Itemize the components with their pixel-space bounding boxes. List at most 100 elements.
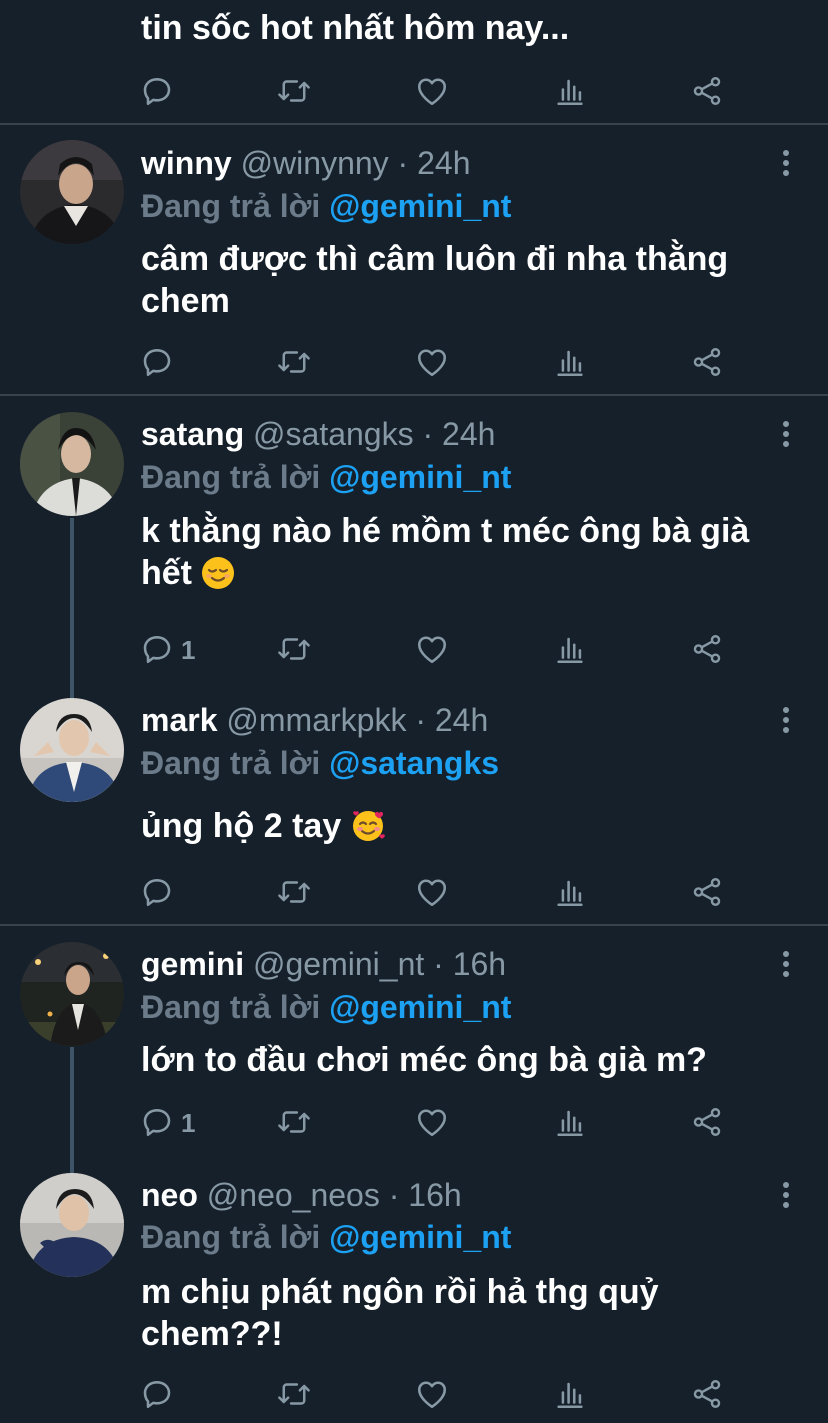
share-icon[interactable]: [687, 1102, 727, 1142]
user-handle[interactable]: @mmarkpkk: [226, 702, 406, 738]
user-handle[interactable]: @gemini_nt: [253, 946, 424, 982]
analytics-icon[interactable]: [550, 1102, 590, 1142]
analytics-icon[interactable]: [550, 342, 590, 382]
retweet-icon[interactable]: [274, 1102, 314, 1142]
like-icon[interactable]: [412, 71, 452, 111]
display-name[interactable]: mark: [141, 702, 218, 738]
replying-to: Đang trả lời @satangks: [141, 741, 499, 785]
mention-link[interactable]: @gemini_nt: [329, 459, 511, 495]
replying-to: Đang trả lời @gemini_nt: [141, 184, 511, 228]
reply-icon[interactable]: [137, 342, 177, 382]
tweet-header: neo @neo_neos · 16h: [141, 1173, 462, 1217]
replying-to-label: Đang trả lời: [141, 1219, 321, 1255]
timestamp[interactable]: · 24h: [422, 416, 495, 452]
tweet-text-segment: hết: [141, 554, 192, 592]
tweet-text-line: hết: [141, 552, 811, 600]
more-options-icon[interactable]: [774, 418, 798, 450]
user-handle[interactable]: @winynny: [241, 145, 389, 181]
more-options-icon[interactable]: [774, 948, 798, 980]
share-icon[interactable]: [687, 872, 727, 912]
user-handle[interactable]: @neo_neos: [207, 1177, 380, 1213]
display-name[interactable]: winny: [141, 145, 232, 181]
avatar[interactable]: [20, 942, 124, 1046]
replying-to-label: Đang trả lời: [141, 188, 321, 224]
reply-icon[interactable]: [137, 1102, 177, 1142]
user-handle[interactable]: @satangks: [253, 416, 414, 452]
replying-to: Đang trả lời @gemini_nt: [141, 1215, 511, 1259]
retweet-icon[interactable]: [274, 872, 314, 912]
tweet-text-line: m chịu phát ngôn rồi hả thg quỷ: [141, 1273, 659, 1311]
tweet-header: mark @mmarkpkk · 24h: [141, 698, 488, 742]
timestamp[interactable]: · 16h: [433, 946, 506, 982]
reply-icon[interactable]: [137, 1374, 177, 1414]
like-icon[interactable]: [412, 1374, 452, 1414]
tweet-header: satang @satangks · 24h: [141, 412, 495, 456]
tweet-text: lớn to đầu chơi méc ông bà già m?: [141, 1039, 811, 1081]
tweet-text: ủng hộ 2 tay: [141, 805, 811, 853]
reply-icon[interactable]: [137, 629, 177, 669]
mention-link[interactable]: @gemini_nt: [329, 188, 511, 224]
reply-icon[interactable]: [137, 71, 177, 111]
replying-to-label: Đang trả lời: [141, 989, 321, 1025]
tweet-text: k thằng nào hé mồm t méc ông bà già hết: [141, 510, 811, 600]
avatar[interactable]: [20, 1173, 124, 1277]
tweet-text-line: ủng hộ 2 tay: [141, 805, 811, 853]
tweet-header: winny @winynny · 24h: [141, 141, 470, 185]
tweet-text-line: chem: [141, 282, 230, 320]
reply-count: 1: [181, 635, 196, 665]
thread-line: [70, 518, 74, 698]
divider: [0, 394, 828, 396]
timestamp[interactable]: · 24h: [415, 702, 488, 738]
share-icon[interactable]: [687, 342, 727, 382]
more-options-icon[interactable]: [774, 704, 798, 736]
divider: [0, 924, 828, 926]
like-icon[interactable]: [412, 1102, 452, 1142]
avatar[interactable]: [20, 698, 124, 802]
thread-line: [70, 1047, 74, 1173]
retweet-icon[interactable]: [274, 629, 314, 669]
avatar[interactable]: [20, 140, 124, 244]
retweet-icon[interactable]: [274, 1374, 314, 1414]
top-tweet-text: tin sốc hot nhất hôm nay...: [141, 9, 570, 47]
display-name[interactable]: neo: [141, 1177, 198, 1213]
tweet-text-line: chem??!: [141, 1315, 283, 1353]
tweet-text: m chịu phát ngôn rồi hả thg quỷ chem??!: [141, 1271, 811, 1355]
analytics-icon[interactable]: [550, 71, 590, 111]
divider: [0, 123, 828, 125]
like-icon[interactable]: [412, 629, 452, 669]
replying-to-label: Đang trả lời: [141, 459, 321, 495]
timestamp[interactable]: · 24h: [398, 145, 471, 181]
tweet-text-segment: ủng hộ 2 tay: [141, 807, 342, 845]
like-icon[interactable]: [412, 342, 452, 382]
tweet-text-line: câm được thì câm luôn đi nha thằng: [141, 240, 729, 278]
tweet-text: câm được thì câm luôn đi nha thằng chem: [141, 238, 811, 322]
share-icon[interactable]: [687, 71, 727, 111]
like-icon[interactable]: [412, 872, 452, 912]
tweet-text-line: lớn to đầu chơi méc ông bà già m?: [141, 1041, 707, 1079]
mention-link[interactable]: @satangks: [329, 745, 499, 781]
reply-count: 1: [181, 1108, 196, 1138]
analytics-icon[interactable]: [550, 1374, 590, 1414]
smiling-face-with-hearts-emoji: [351, 807, 387, 853]
retweet-icon[interactable]: [274, 342, 314, 382]
replying-to: Đang trả lời @gemini_nt: [141, 985, 511, 1029]
avatar[interactable]: [20, 412, 124, 516]
analytics-icon[interactable]: [550, 629, 590, 669]
mention-link[interactable]: @gemini_nt: [329, 989, 511, 1025]
more-options-icon[interactable]: [774, 147, 798, 179]
relieved-face-emoji: [201, 556, 235, 600]
more-options-icon[interactable]: [774, 1179, 798, 1211]
display-name[interactable]: gemini: [141, 946, 244, 982]
timestamp[interactable]: · 16h: [389, 1177, 462, 1213]
replying-to: Đang trả lời @gemini_nt: [141, 455, 511, 499]
replying-to-label: Đang trả lời: [141, 745, 321, 781]
reply-icon[interactable]: [137, 872, 177, 912]
mention-link[interactable]: @gemini_nt: [329, 1219, 511, 1255]
display-name[interactable]: satang: [141, 416, 244, 452]
tweet-header: gemini @gemini_nt · 16h: [141, 942, 506, 986]
retweet-icon[interactable]: [274, 71, 314, 111]
tweet-text-line: k thằng nào hé mồm t méc ông bà già: [141, 512, 750, 550]
analytics-icon[interactable]: [550, 872, 590, 912]
share-icon[interactable]: [687, 629, 727, 669]
share-icon[interactable]: [687, 1374, 727, 1414]
